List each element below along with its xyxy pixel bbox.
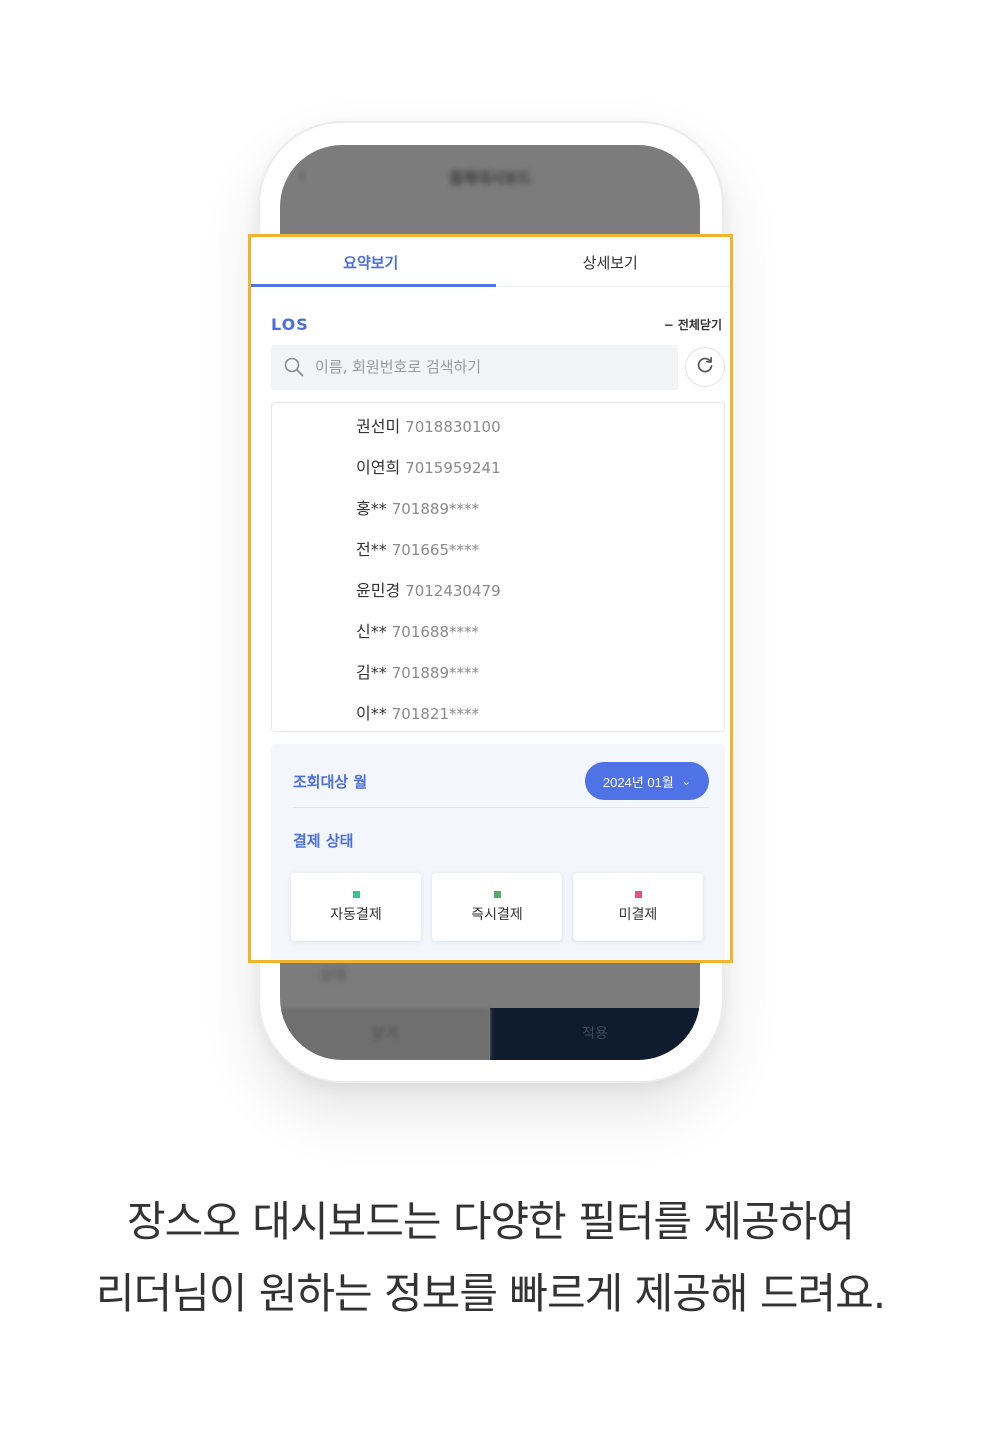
search-box[interactable] [271,344,678,390]
refresh-icon [695,355,715,379]
member-id: 7018830100 [405,418,501,436]
member-item[interactable]: 이** 701821**** [272,699,724,740]
member-name: 이** [356,704,387,723]
status-label: 자동결제 [330,906,382,923]
status-label: 미결제 [618,906,658,923]
status-dot-icon [493,890,501,898]
member-item[interactable]: 윤민경 7012430479 [272,576,724,617]
chevron-down-icon: ⌄ [681,775,691,788]
search-row [271,344,725,390]
member-list: 권선미 7018830100 이연희 7015959241 홍** 701889***… [271,402,725,732]
status-auto-payment-button[interactable]: 자동결제 [291,873,421,941]
payment-status-buttons: 자동결제 즉시결제 미결제 [291,873,703,941]
los-header: LOS − 전체닫기 [271,315,722,334]
caption-line-2: 리더님이 원하는 정보를 빠르게 제공해 드려요. [95,1269,886,1318]
caption: 장스오 대시보드는 다양한 필터를 제공하여 리더님이 원하는 정보를 빠르게 … [0,1186,981,1330]
month-select-value: 2024년 01월 [602,774,674,790]
member-item[interactable]: 김** 701889**** [272,658,724,699]
search-icon [283,356,305,378]
member-item[interactable]: 권선미 7018830100 [272,412,724,453]
filter-panel: 조회대상 월 2024년 01월 ⌄ 결제 상태 자동결제 즉시결제 미결제 [271,744,725,960]
member-id: 701665**** [391,541,479,559]
search-input[interactable] [315,358,655,376]
member-name: 윤민경 [356,581,401,600]
status-label: 즉시결제 [471,906,523,923]
refresh-button[interactable] [685,347,725,387]
member-item[interactable]: 홍** 701889**** [272,494,724,535]
status-dot-icon [634,890,642,898]
caption-line-1: 장스오 대시보드는 다양한 필터를 제공하여 [127,1197,855,1246]
member-name: 김** [356,663,387,682]
stage: ‹ 결제대시보드 상태 닫기 적용 요약보기 상세보기 LOS − 전체닫기 이… [0,0,981,1431]
status-unpaid-button[interactable]: 미결제 [573,873,703,941]
los-label: LOS [271,315,309,334]
member-id: 7015959241 [405,459,501,477]
tab-bar: 요약보기 상세보기 [251,237,730,287]
member-id: 701889**** [391,500,479,518]
month-filter-label: 조회대상 월 [293,772,368,791]
close-button[interactable]: 닫기 [280,1008,490,1060]
apply-button[interactable]: 적용 [490,1008,700,1060]
screen-title: 결제대시보드 [448,169,532,187]
member-name: 권선미 [356,417,401,436]
status-dot-icon [352,890,360,898]
member-name: 이연희 [356,458,401,477]
member-item[interactable]: 전** 701665**** [272,535,724,576]
filter-card: 요약보기 상세보기 LOS − 전체닫기 권선미7018830100 [248,234,733,963]
payment-status-label: 결제 상태 [293,832,354,850]
screen-footer: 닫기 적용 [280,1008,700,1060]
tab-detail[interactable]: 상세보기 [491,237,731,286]
divider [293,807,709,808]
member-name: 전** [356,540,387,559]
member-id: 701821**** [391,705,479,723]
month-filter-row: 조회대상 월 2024년 01월 ⌄ [293,758,709,804]
member-name: 신** [356,622,387,641]
screen-bottom-row: 상태 [320,968,346,984]
member-name: 홍** [356,499,387,518]
member-item[interactable]: 이연희 7015959241 [272,453,724,494]
collapse-all-button[interactable]: − 전체닫기 [664,316,722,333]
tab-summary[interactable]: 요약보기 [251,237,491,286]
member-item[interactable]: 신** 701688**** [272,617,724,658]
member-id: 701688**** [391,623,479,641]
month-select[interactable]: 2024년 01월 ⌄ [584,762,709,800]
active-tab-indicator [251,284,496,287]
status-instant-payment-button[interactable]: 즉시결제 [432,873,562,941]
member-id: 7012430479 [405,582,501,600]
member-id: 701889**** [391,664,479,682]
